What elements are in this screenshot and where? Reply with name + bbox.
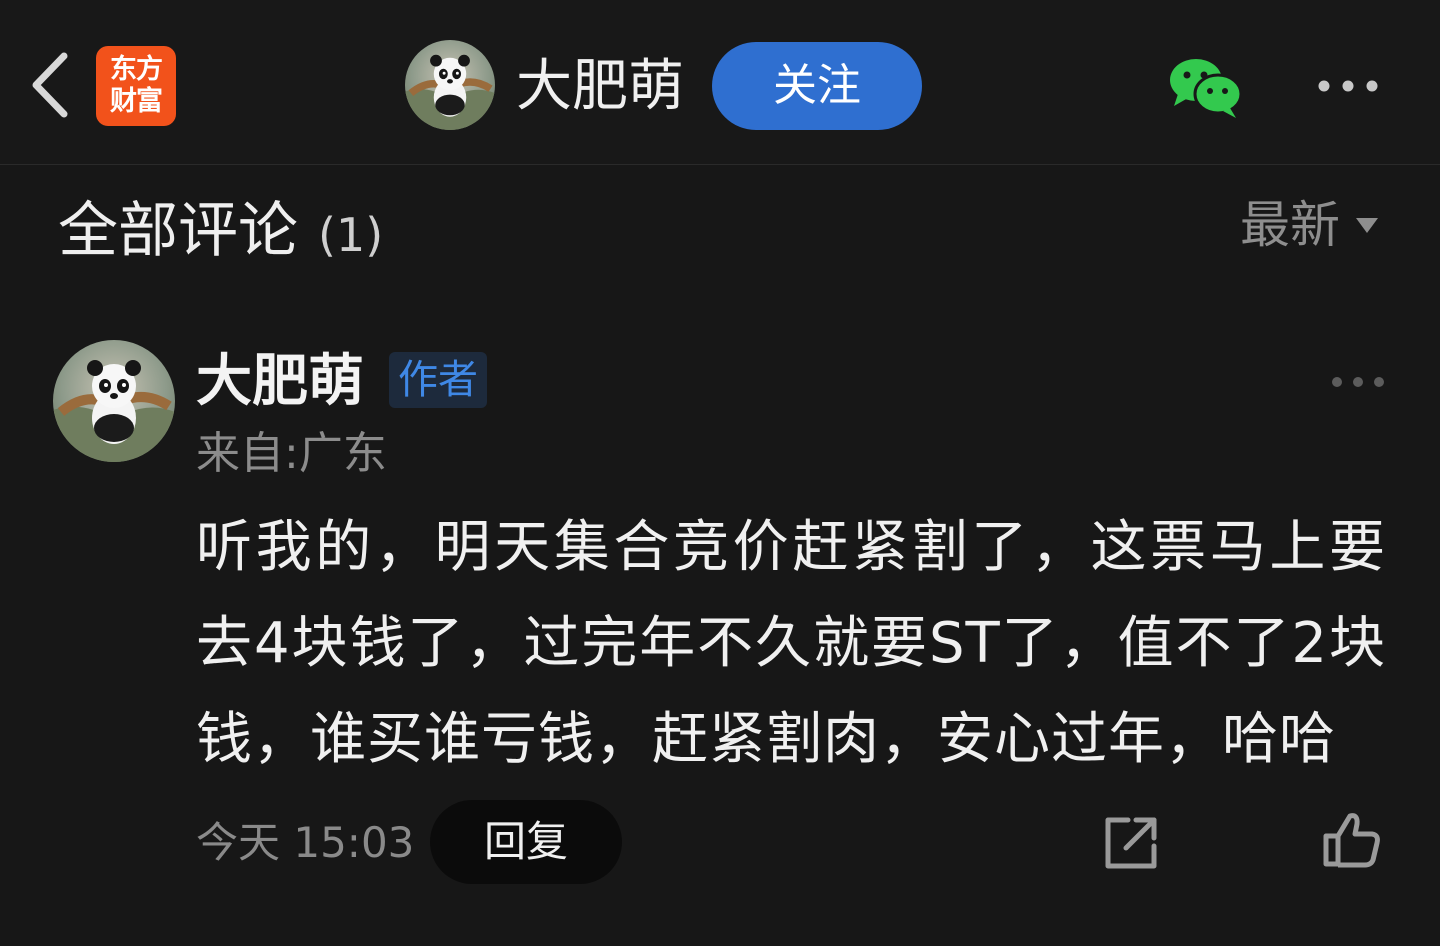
chevron-left-icon bbox=[32, 52, 68, 118]
logo-line-2: 财富 bbox=[110, 86, 163, 117]
more-horizontal-icon bbox=[1318, 80, 1378, 92]
caret-down-icon bbox=[1356, 217, 1378, 233]
share-wechat-button[interactable] bbox=[1168, 56, 1244, 120]
comments-header: 全部评论 (1) bbox=[58, 194, 383, 272]
sort-dropdown[interactable]: 最新 bbox=[1240, 192, 1378, 258]
comments-title: 全部评论 bbox=[58, 196, 298, 266]
comments-count: (1) bbox=[318, 208, 384, 262]
follow-button[interactable]: 关注 bbox=[712, 42, 922, 130]
comment-author-name[interactable]: 大肥萌 bbox=[196, 347, 364, 417]
comment-author-avatar[interactable] bbox=[53, 340, 175, 462]
author-badge: 作者 bbox=[389, 352, 487, 408]
sort-label: 最新 bbox=[1240, 196, 1340, 254]
logo-line-1: 东方 bbox=[110, 54, 163, 85]
header-author-name[interactable]: 大肥萌 bbox=[516, 52, 684, 122]
comment-text: 听我的，明天集合竞价赶紧割了，这票马上要去4块钱了，过完年不久就要ST了，值不了… bbox=[196, 515, 1386, 772]
comment-timestamp: 今天 15:03 bbox=[196, 818, 415, 867]
wechat-icon bbox=[1170, 59, 1243, 118]
comment-more-button[interactable] bbox=[1330, 374, 1386, 388]
panda-avatar-icon bbox=[405, 54, 495, 130]
header-more-button[interactable] bbox=[1316, 76, 1380, 96]
more-horizontal-icon bbox=[1332, 377, 1384, 387]
panda-avatar-icon bbox=[53, 360, 175, 462]
share-button[interactable] bbox=[1102, 814, 1162, 872]
comment-location: 来自:广东 bbox=[196, 428, 387, 479]
thumbs-up-icon bbox=[1323, 813, 1380, 868]
like-button[interactable] bbox=[1322, 810, 1382, 870]
back-button[interactable] bbox=[26, 50, 74, 120]
top-bar: 东方 财富 大肥萌 关注 bbox=[0, 0, 1440, 165]
author-avatar[interactable] bbox=[405, 40, 495, 130]
app-logo[interactable]: 东方 财富 bbox=[96, 46, 176, 126]
share-icon bbox=[1105, 817, 1157, 869]
reply-button[interactable]: 回复 bbox=[430, 800, 622, 884]
